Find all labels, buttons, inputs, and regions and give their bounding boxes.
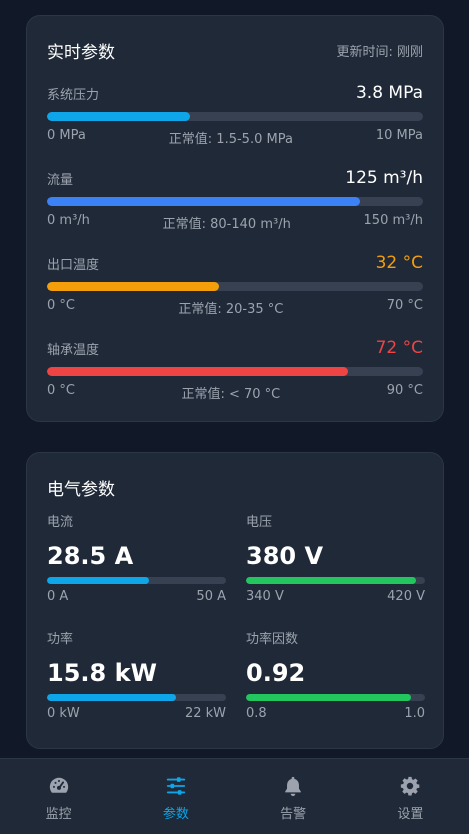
param-label: 出口温度 xyxy=(47,257,100,273)
progress-track xyxy=(47,282,423,291)
electrical-current: 电流 28.5 A 0 A 50 A xyxy=(47,513,226,613)
param-outlet-temperature: 出口温度 32 °C 0 °C 正常值: 20-35 °C 70 °C xyxy=(47,250,423,320)
scale-min: 0 kW xyxy=(47,706,80,721)
update-time-label: 更新时间: 刚刚 xyxy=(336,45,423,60)
gauge-icon xyxy=(49,777,68,793)
electrical-power-factor: 功率因数 0.92 0.8 1.0 xyxy=(246,630,425,730)
scale-min: 0 °C xyxy=(47,298,75,313)
scale-min: 340 V xyxy=(246,589,284,604)
progress-track xyxy=(47,367,423,376)
progress-track xyxy=(47,694,226,701)
scale-min: 0 °C xyxy=(47,383,75,398)
progress-track xyxy=(246,577,425,584)
cell-value: 28.5 A xyxy=(47,542,134,570)
scale-min: 0.8 xyxy=(246,706,267,721)
cell-label: 电压 xyxy=(246,515,273,530)
scale-min: 0 A xyxy=(47,589,69,604)
param-value: 72 °C xyxy=(375,338,423,358)
electrical-card-header: 电气参数 xyxy=(47,475,423,500)
cell-value: 380 V xyxy=(246,542,324,570)
param-bearing-temperature: 轴承温度 72 °C 0 °C 正常值: < 70 °C 90 °C xyxy=(47,335,423,405)
scale-max: 1.0 xyxy=(404,706,425,721)
progress-track xyxy=(47,112,423,121)
scale-normal-range: 正常值: 20-35 °C xyxy=(178,302,284,317)
progress-track xyxy=(246,694,425,701)
electrical-voltage: 电压 380 V 340 V 420 V xyxy=(246,513,425,613)
nav-label: 设置 xyxy=(397,807,424,822)
nav-label: 监控 xyxy=(45,807,72,822)
cell-value: 0.92 xyxy=(246,659,306,687)
progress-fill xyxy=(47,367,348,376)
electrical-params-card: 电气参数 电流 28.5 A 0 A 50 A 电压 380 V 340 V 4… xyxy=(26,452,444,749)
param-value: 125 m³/h xyxy=(345,168,423,188)
electrical-power: 功率 15.8 kW 0 kW 22 kW xyxy=(47,630,226,730)
scale-max: 22 kW xyxy=(184,706,226,721)
scale-normal-range: 正常值: < 70 °C xyxy=(181,387,281,402)
scale-max: 50 A xyxy=(196,589,226,604)
cell-label: 功率 xyxy=(47,632,74,647)
sliders-icon xyxy=(166,777,186,795)
param-value: 3.8 MPa xyxy=(355,83,423,103)
progress-fill xyxy=(246,694,411,701)
realtime-params-card: 实时参数 更新时间: 刚刚 系统压力 3.8 MPa 0 MPa 正常值: 1.… xyxy=(26,15,444,422)
progress-fill xyxy=(47,112,190,121)
realtime-card-header: 实时参数 更新时间: 刚刚 xyxy=(47,38,423,63)
scale-max: 150 m³/h xyxy=(363,213,423,228)
scale-max: 420 V xyxy=(387,589,425,604)
nav-item-params[interactable]: 参数 xyxy=(117,759,234,834)
scale-min: 0 MPa xyxy=(47,128,86,143)
nav-label: 告警 xyxy=(280,807,307,822)
scale-normal-range: 正常值: 1.5-5.0 MPa xyxy=(168,132,293,147)
progress-fill xyxy=(246,577,417,584)
progress-track xyxy=(47,197,423,206)
param-value: 32 °C xyxy=(375,253,423,273)
bell-icon xyxy=(285,776,301,797)
scale-max: 10 MPa xyxy=(375,128,423,143)
param-label: 系统压力 xyxy=(47,87,100,103)
nav-item-alerts[interactable]: 告警 xyxy=(235,759,352,834)
scale-max: 90 °C xyxy=(386,383,423,398)
progress-fill xyxy=(47,577,150,584)
progress-fill xyxy=(47,694,176,701)
nav-label: 参数 xyxy=(162,807,189,822)
scale-normal-range: 正常值: 80-140 m³/h xyxy=(162,217,291,232)
param-system-pressure: 系统压力 3.8 MPa 0 MPa 正常值: 1.5-5.0 MPa 10 M… xyxy=(47,80,423,150)
param-label: 流量 xyxy=(47,172,74,188)
param-label: 轴承温度 xyxy=(47,342,100,358)
cell-label: 电流 xyxy=(47,515,74,530)
electrical-card-title: 电气参数 xyxy=(47,480,115,500)
nav-item-settings[interactable]: 设置 xyxy=(352,759,469,834)
progress-fill xyxy=(47,197,361,206)
bottom-nav: 监控 参数 告警 设置 xyxy=(0,758,469,834)
cell-label: 功率因数 xyxy=(246,632,299,647)
scale-min: 0 m³/h xyxy=(47,213,90,228)
progress-track xyxy=(47,577,226,584)
realtime-card-title: 实时参数 xyxy=(47,43,115,63)
gear-icon xyxy=(401,776,420,796)
param-flow: 流量 125 m³/h 0 m³/h 正常值: 80-140 m³/h 150 … xyxy=(47,165,423,235)
cell-value: 15.8 kW xyxy=(47,659,158,687)
progress-fill xyxy=(47,282,219,291)
nav-item-monitor[interactable]: 监控 xyxy=(0,759,117,834)
scale-max: 70 °C xyxy=(386,298,423,313)
